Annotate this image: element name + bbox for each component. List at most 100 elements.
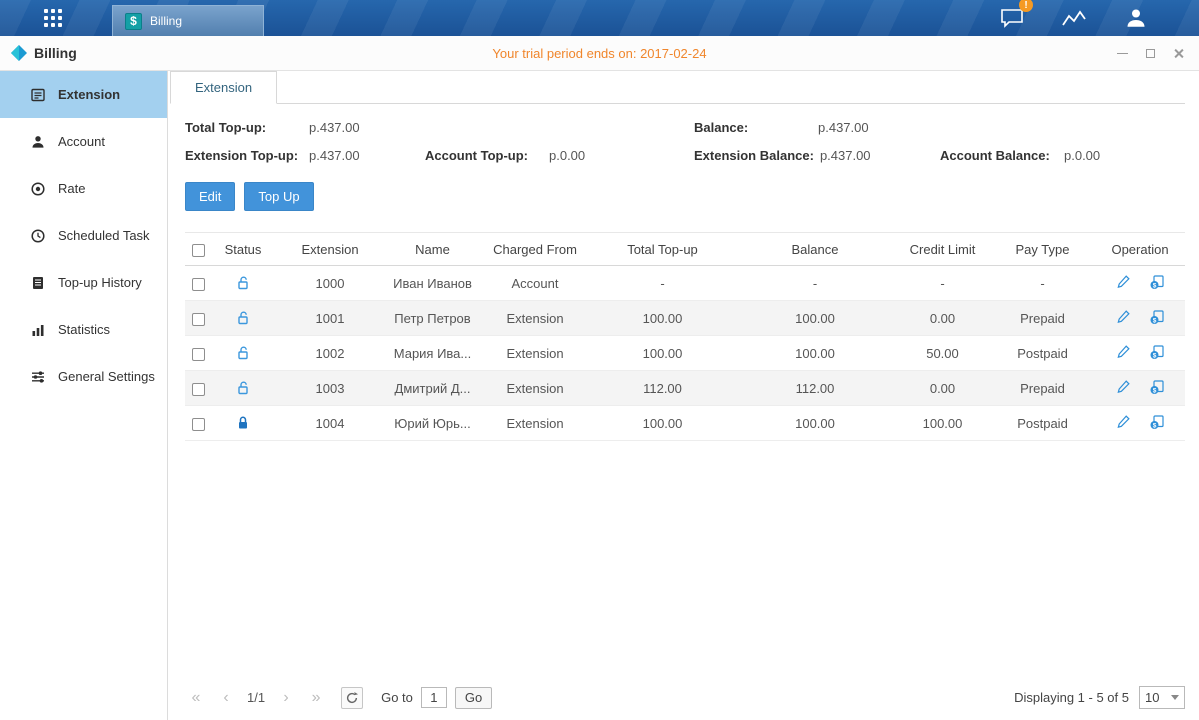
- notifications-button[interactable]: !: [999, 5, 1025, 31]
- topbar-actions: !: [999, 5, 1199, 31]
- cell-pay-type: Postpaid: [990, 336, 1095, 371]
- maximize-button[interactable]: [1141, 44, 1159, 62]
- refresh-button[interactable]: [341, 687, 363, 709]
- go-button[interactable]: Go: [455, 687, 492, 709]
- col-operation: Operation: [1095, 233, 1185, 266]
- edit-icon[interactable]: [1116, 274, 1131, 289]
- svg-text:$: $: [1152, 422, 1156, 429]
- cell-pay-type: Prepaid: [990, 371, 1095, 406]
- billing-dollar-icon: $: [125, 13, 142, 30]
- cell-total-topup: 100.00: [590, 301, 735, 336]
- sidebar-item-statistics[interactable]: Statistics: [0, 306, 167, 353]
- extension-icon: [30, 87, 46, 103]
- sidebar-item-rate[interactable]: Rate: [0, 165, 167, 212]
- lock-open-icon: [235, 380, 251, 396]
- sidebar-item-label: Statistics: [58, 322, 110, 337]
- page-indicator: 1/1: [247, 690, 265, 705]
- sidebar-item-scheduled-task[interactable]: Scheduled Task: [0, 212, 167, 259]
- cell-extension: 1003: [275, 371, 385, 406]
- sidebar-item-general-settings[interactable]: General Settings: [0, 353, 167, 400]
- edit-icon[interactable]: [1116, 379, 1131, 394]
- row-checkbox[interactable]: [192, 383, 205, 396]
- close-button[interactable]: [1169, 44, 1187, 62]
- last-page-button[interactable]: »: [305, 687, 327, 709]
- col-charged-from: Charged From: [480, 233, 590, 266]
- topup-icon[interactable]: $: [1149, 274, 1165, 290]
- row-checkbox[interactable]: [192, 348, 205, 361]
- cell-extension: 1004: [275, 406, 385, 441]
- cell-pay-type: -: [990, 266, 1095, 301]
- table-row[interactable]: 1002 Мария Ива... Extension 100.00 100.0…: [185, 336, 1185, 371]
- bar-chart-icon: [30, 322, 46, 338]
- cell-credit-limit: 50.00: [895, 336, 990, 371]
- cell-charged-from: Extension: [480, 371, 590, 406]
- action-bar: Edit Top Up: [185, 182, 1185, 211]
- summary-extension-topup: Extension Top-up:p.437.00: [185, 148, 425, 163]
- refresh-icon: [345, 691, 359, 705]
- user-button[interactable]: [1123, 5, 1149, 31]
- edit-button[interactable]: Edit: [185, 182, 235, 211]
- topup-icon[interactable]: $: [1149, 309, 1165, 325]
- titlebar: Billing Your trial period ends on: 2017-…: [0, 36, 1199, 71]
- table-row[interactable]: 1004 Юрий Юрь... Extension 100.00 100.00…: [185, 406, 1185, 441]
- row-checkbox[interactable]: [192, 313, 205, 326]
- cell-credit-limit: -: [895, 266, 990, 301]
- lock-open-icon: [235, 310, 251, 326]
- tabstrip: Extension: [170, 71, 1185, 104]
- goto-label: Go to: [381, 690, 413, 705]
- rate-coin-icon: [30, 181, 46, 197]
- topup-icon[interactable]: $: [1149, 414, 1165, 430]
- sidebar-item-topup-history[interactable]: Top-up History: [0, 259, 167, 306]
- next-page-button[interactable]: ›: [275, 687, 297, 709]
- edit-icon[interactable]: [1116, 414, 1131, 429]
- col-extension: Extension: [275, 233, 385, 266]
- prev-page-button[interactable]: ‹: [215, 687, 237, 709]
- table-row[interactable]: 1001 Петр Петров Extension 100.00 100.00…: [185, 301, 1185, 336]
- edit-icon[interactable]: [1116, 344, 1131, 359]
- first-page-button[interactable]: «: [185, 687, 207, 709]
- sidebar-item-account[interactable]: Account: [0, 118, 167, 165]
- displaying-info: Displaying 1 - 5 of 5: [1014, 690, 1129, 705]
- top-up-button[interactable]: Top Up: [244, 182, 313, 211]
- cell-extension: 1002: [275, 336, 385, 371]
- sidebar-item-extension[interactable]: Extension: [0, 71, 167, 118]
- cell-credit-limit: 0.00: [895, 301, 990, 336]
- apps-grid-icon[interactable]: [36, 5, 70, 31]
- page-size-value: 10: [1145, 690, 1159, 705]
- billing-logo-icon: [10, 44, 28, 62]
- cell-charged-from: Account: [480, 266, 590, 301]
- row-checkbox[interactable]: [192, 418, 205, 431]
- cell-total-topup: 100.00: [590, 336, 735, 371]
- line-chart-icon: [1062, 8, 1086, 28]
- cell-name: Иван Иванов: [385, 266, 480, 301]
- topup-icon[interactable]: $: [1149, 344, 1165, 360]
- notification-badge: !: [1019, 0, 1033, 12]
- cell-balance: 112.00: [735, 371, 895, 406]
- cell-extension: 1001: [275, 301, 385, 336]
- topbar-billing-tab-label: Billing: [150, 14, 182, 28]
- row-checkbox[interactable]: [192, 278, 205, 291]
- cell-charged-from: Extension: [480, 301, 590, 336]
- tab-extension[interactable]: Extension: [170, 71, 277, 104]
- topbar-billing-tab[interactable]: $ Billing: [112, 5, 264, 36]
- col-total-topup: Total Top-up: [590, 233, 735, 266]
- col-name: Name: [385, 233, 480, 266]
- cell-total-topup: 112.00: [590, 371, 735, 406]
- table-row[interactable]: 1000 Иван Иванов Account - - - - $: [185, 266, 1185, 301]
- edit-icon[interactable]: [1116, 309, 1131, 324]
- select-all-checkbox[interactable]: [192, 244, 205, 257]
- main-panel: Extension Total Top-up:p.437.00 Balance:…: [168, 71, 1199, 720]
- topbar: $ Billing !: [0, 0, 1199, 36]
- user-icon: [1125, 7, 1147, 29]
- topup-icon[interactable]: $: [1149, 379, 1165, 395]
- table-row[interactable]: 1003 Дмитрий Д... Extension 112.00 112.0…: [185, 371, 1185, 406]
- col-status: Status: [211, 233, 275, 266]
- monitor-button[interactable]: [1061, 5, 1087, 31]
- ledger-icon: [30, 275, 46, 291]
- cell-balance: 100.00: [735, 406, 895, 441]
- sidebar-item-label: Account: [58, 134, 105, 149]
- svg-text:$: $: [1152, 317, 1156, 324]
- goto-page-input[interactable]: [421, 687, 447, 708]
- page-size-select[interactable]: 10: [1139, 686, 1185, 709]
- minimize-button[interactable]: [1113, 44, 1131, 62]
